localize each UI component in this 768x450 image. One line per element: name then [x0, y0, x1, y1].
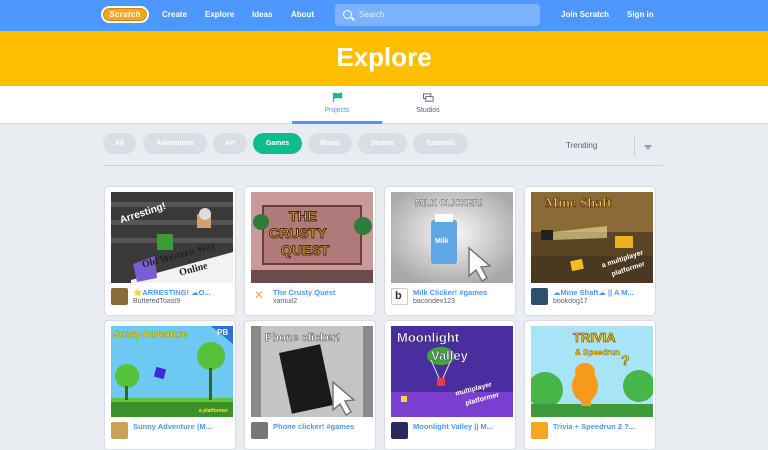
project-card[interactable]: THE CRUSTY QUEST ✕ The Crusty Quest xamu… — [244, 186, 376, 316]
project-author[interactable]: ButteredToast9 — [133, 298, 233, 305]
project-title[interactable]: ⭐ARRESTING! ☁O... — [133, 288, 233, 297]
search-placeholder: Search — [359, 10, 385, 19]
project-author[interactable]: xamuil2 — [273, 298, 373, 305]
project-title[interactable]: Moonlight Valley || M... — [413, 422, 513, 431]
project-thumbnail[interactable]: THE CRUSTY QUEST — [251, 192, 373, 283]
search-icon — [343, 10, 352, 19]
sign-in-link[interactable]: Sign in — [627, 10, 654, 19]
top-nav: Scratch Create Explore Ideas About Searc… — [0, 0, 768, 31]
pill-games[interactable]: Games — [253, 133, 302, 154]
project-card[interactable]: Arresting! Old Western Way Online ⭐ARRES… — [104, 186, 236, 316]
project-thumbnail[interactable]: Mine Shaft a multiplayer platformer — [531, 192, 653, 283]
project-thumbnail[interactable]: Phone clicker! — [251, 326, 373, 417]
avatar[interactable] — [111, 422, 128, 439]
thumbnail-title: Sunny Adventure — [113, 329, 188, 339]
pill-music[interactable]: Music — [308, 133, 352, 154]
chevron-down-icon[interactable] — [644, 145, 652, 150]
project-title[interactable]: Milk Clicker! #games — [413, 288, 513, 297]
avatar[interactable] — [391, 422, 408, 439]
pill-tutorials[interactable]: Tutorials — [413, 133, 468, 154]
thumbnail-art — [111, 192, 233, 283]
thumbnail-title: TRIVIA — [573, 330, 616, 346]
thumbnail-title: Moonlight — [397, 330, 460, 345]
project-title[interactable]: ☁Mine Shaft☁ || A M... — [553, 288, 653, 297]
project-card[interactable]: Mine Shaft a multiplayer platformer ☁Min… — [524, 186, 656, 316]
project-card[interactable]: Sunny Adventure PB a platformer Sunny Ad… — [104, 320, 236, 450]
thumbnail-title: Mine Shaft — [545, 196, 612, 212]
thumbnail-subtitle: & Speedrun — [575, 348, 620, 357]
sort-divider — [634, 135, 635, 157]
thumbnail-title-3: QUEST — [280, 242, 330, 259]
project-thumbnail[interactable]: Moonlight Valley multiplayer platformer — [391, 326, 513, 417]
scratch-logo[interactable]: Scratch — [101, 6, 149, 23]
pb-badge: PB — [217, 328, 229, 337]
nav-about[interactable]: About — [291, 10, 314, 19]
thumbnail-label: Milk — [435, 238, 449, 245]
project-thumbnail[interactable]: Sunny Adventure PB a platformer — [111, 326, 233, 417]
nav-explore[interactable]: Explore — [205, 10, 234, 19]
pill-art[interactable]: Art — [213, 133, 247, 154]
project-card[interactable]: Moonlight Valley multiplayer platformer … — [384, 320, 516, 450]
project-card[interactable]: Phone clicker! Phone clicker! #games — [244, 320, 376, 450]
tab-studios[interactable]: Studios — [383, 86, 473, 124]
project-title[interactable]: Phone clicker! #games — [273, 422, 373, 431]
thumbnail-title-2: Valley — [431, 348, 468, 363]
project-title[interactable]: Trivia + Speedrun 2 ?... — [553, 422, 653, 431]
pill-animations[interactable]: Animations — [143, 133, 207, 154]
avatar[interactable] — [531, 422, 548, 439]
thumbnail-title: Phone clicker! — [265, 332, 341, 344]
project-thumbnail[interactable]: Arresting! Old Western Way Online — [111, 192, 233, 283]
sort-dropdown-value[interactable]: Trending — [566, 141, 597, 150]
project-thumbnail[interactable]: MILK CLICKER! Milk — [391, 192, 513, 283]
tab-studios-label: Studios — [416, 107, 440, 114]
x-logo-icon: ✕ — [254, 288, 265, 302]
nav-ideas[interactable]: Ideas — [252, 10, 272, 19]
explore-banner: Explore — [0, 31, 768, 86]
tab-projects[interactable]: Projects — [292, 86, 382, 124]
project-title[interactable]: Sunny Adventure (M... — [133, 422, 233, 431]
thumbnail-subtitle: a platformer — [199, 408, 228, 414]
page-title: Explore — [336, 42, 432, 72]
avatar[interactable] — [251, 422, 268, 439]
category-filters: All Animations Art Games Music Stories T… — [0, 133, 768, 155]
tab-bar: Projects Studios — [0, 86, 768, 124]
avatar[interactable] — [111, 288, 128, 305]
search-input[interactable]: Search — [335, 4, 540, 26]
avatar[interactable]: ✕ — [251, 288, 268, 305]
filter-divider — [103, 165, 663, 166]
studio-icon — [423, 93, 434, 102]
avatar[interactable]: b — [391, 288, 408, 305]
project-author[interactable]: bookdog17 — [553, 298, 653, 305]
project-card[interactable]: MILK CLICKER! Milk b Milk Clicker! #game… — [384, 186, 516, 316]
pill-stories[interactable]: Stories — [358, 133, 407, 154]
avatar[interactable] — [531, 288, 548, 305]
tab-projects-label: Projects — [324, 107, 350, 114]
thumbnail-title: MILK CLICKER! — [415, 198, 483, 208]
project-title[interactable]: The Crusty Quest — [273, 288, 373, 297]
pill-all[interactable]: All — [103, 133, 136, 154]
thumbnail-title: THE — [289, 208, 318, 225]
project-author[interactable]: bacondev123 — [413, 298, 513, 305]
thumbnail-question: ? — [621, 352, 630, 369]
project-thumbnail[interactable]: TRIVIA & Speedrun ? — [531, 326, 653, 417]
thumbnail-title-2: CRUSTY — [269, 225, 328, 242]
project-card[interactable]: TRIVIA & Speedrun ? Trivia + Speedrun 2 … — [524, 320, 656, 450]
flag-icon — [332, 92, 342, 103]
b-logo-icon: b — [395, 290, 402, 302]
thumbnail-art — [111, 326, 233, 417]
nav-create[interactable]: Create — [162, 10, 187, 19]
join-scratch-link[interactable]: Join Scratch — [561, 10, 609, 19]
